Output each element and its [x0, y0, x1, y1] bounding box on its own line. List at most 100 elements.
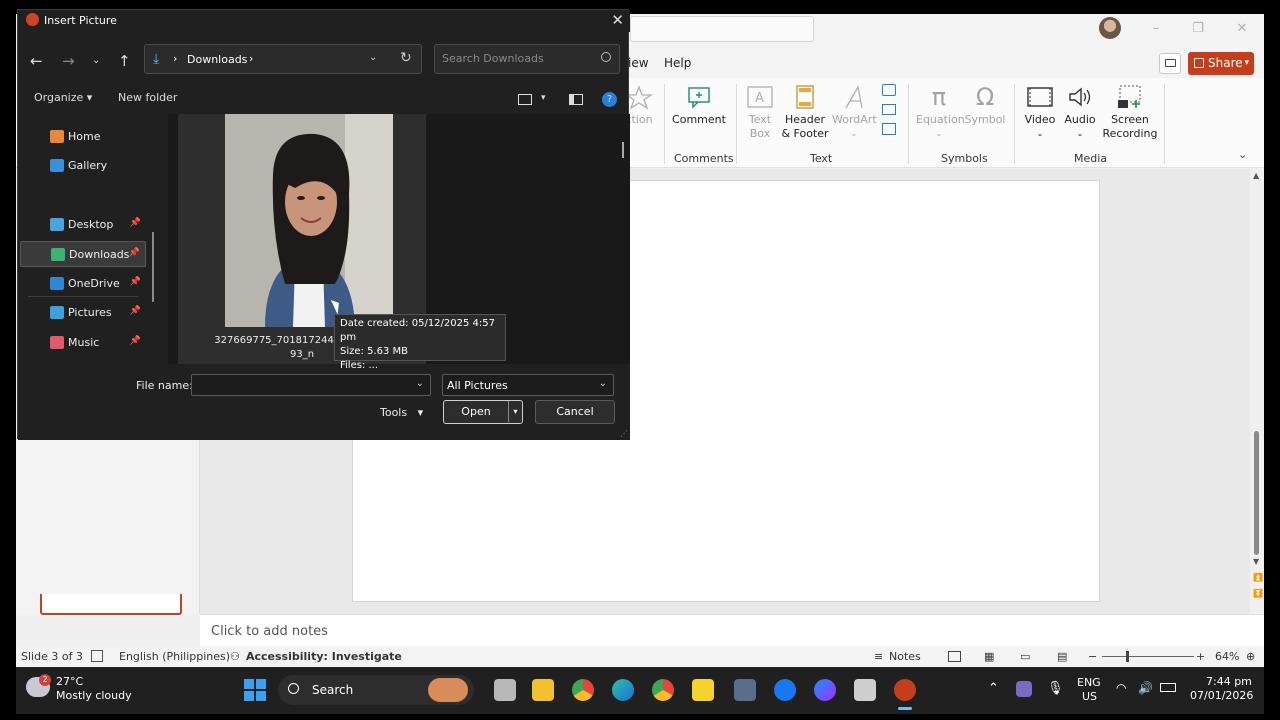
clock-date[interactable]: 07/01/2026: [1190, 689, 1253, 702]
close-icon[interactable]: ✕: [1232, 19, 1252, 39]
file-name-combo[interactable]: ⌄: [191, 374, 431, 396]
nav-item-pictures[interactable]: Pictures 📌: [20, 300, 146, 326]
minimize-icon[interactable]: –: [1146, 19, 1166, 39]
snipping-tool-icon[interactable]: [854, 679, 876, 701]
back-icon[interactable]: ←: [30, 52, 43, 70]
audio-button[interactable]: Audio ⌄: [1062, 84, 1098, 141]
notes-toggle[interactable]: Notes: [889, 650, 921, 663]
ppt-search-box[interactable]: [630, 16, 814, 42]
taskbar-search[interactable]: Search: [278, 675, 474, 705]
breadcrumb-downloads[interactable]: Downloads: [187, 53, 247, 66]
file-explorer-icon[interactable]: [532, 679, 554, 701]
clock-time[interactable]: 7:44 pm: [1206, 675, 1252, 688]
chevron-up-icon[interactable]: ⌃: [988, 681, 999, 696]
vertical-scrollbar[interactable]: ▲ ▼ ⏫ ⏬: [1250, 169, 1264, 614]
tab-view[interactable]: iew: [628, 56, 649, 70]
comments-pane-button[interactable]: [1159, 53, 1181, 74]
slide-sorter-icon[interactable]: ▦: [984, 650, 994, 663]
search-input[interactable]: [442, 52, 592, 65]
cancel-button[interactable]: Cancel: [535, 400, 615, 424]
view-options-icon[interactable]: [518, 94, 532, 105]
search-box[interactable]: [434, 44, 620, 74]
volume-icon[interactable]: 🔊: [1138, 681, 1153, 695]
maximize-icon[interactable]: ❐: [1188, 19, 1208, 39]
facebook-icon[interactable]: [774, 679, 796, 701]
fit-slide-icon[interactable]: ⊕: [1246, 650, 1255, 663]
tab-help[interactable]: Help: [664, 56, 691, 70]
text-box-button[interactable]: A Text Box: [744, 84, 776, 141]
language-indicator[interactable]: ENG: [1077, 676, 1101, 689]
keyboard-layout[interactable]: US: [1082, 690, 1097, 703]
file-name-input[interactable]: [196, 378, 396, 391]
collapse-ribbon-icon[interactable]: ⌄: [1238, 148, 1247, 161]
resize-grip-icon[interactable]: ⋰: [620, 429, 628, 438]
notes-pane[interactable]: Click to add notes: [200, 614, 1264, 646]
open-button[interactable]: Open ▾: [443, 400, 523, 424]
chevron-down-icon[interactable]: ▾: [541, 93, 546, 103]
refresh-icon[interactable]: ↻: [400, 50, 412, 66]
chrome-profile-icon[interactable]: [572, 679, 594, 701]
nav-item-downloads[interactable]: Downloads 📌: [20, 241, 146, 267]
tools-button[interactable]: Tools ▾: [380, 406, 423, 419]
weather-desc[interactable]: Mostly cloudy: [56, 689, 132, 702]
microphone-icon[interactable]: 🎙: [1047, 681, 1064, 696]
up-icon[interactable]: ↑: [118, 52, 131, 70]
recent-locations-icon[interactable]: ⌄: [92, 55, 100, 66]
forward-icon[interactable]: →: [62, 52, 75, 70]
screen-recording-button[interactable]: Screen Recording: [1102, 84, 1158, 141]
comment-button[interactable]: Comment: [672, 84, 726, 127]
zoom-in-icon[interactable]: +: [1196, 650, 1205, 663]
edge-icon[interactable]: [612, 679, 634, 701]
chevron-down-icon[interactable]: ⌄: [416, 378, 424, 389]
symbol-button[interactable]: Ω Symbol: [964, 84, 1006, 127]
zoom-slider[interactable]: [1102, 656, 1194, 657]
organize-button[interactable]: Organize ▾: [34, 91, 92, 104]
nav-item-home[interactable]: Home: [20, 124, 146, 150]
file-type-select[interactable]: All Pictures ⌄: [442, 374, 614, 396]
new-folder-button[interactable]: New folder: [118, 91, 177, 104]
accessibility-status[interactable]: Accessibility: Investigate: [246, 650, 402, 663]
avatar[interactable]: [1099, 17, 1121, 39]
file-list-scrollbar[interactable]: [622, 142, 624, 158]
preview-pane-icon[interactable]: [569, 94, 583, 105]
wifi-icon[interactable]: ◠: [1116, 681, 1126, 695]
breadcrumb-separator-icon: ›: [173, 52, 178, 65]
close-icon[interactable]: ✕: [611, 11, 624, 29]
share-button[interactable]: Share ▾: [1188, 52, 1254, 75]
battery-icon[interactable]: [1160, 683, 1176, 692]
nav-item-desktop[interactable]: Desktop 📌: [20, 212, 146, 238]
weather-temp[interactable]: 27°C: [56, 675, 83, 688]
task-view-icon[interactable]: [494, 679, 516, 701]
open-options-dropdown[interactable]: ▾: [508, 401, 522, 422]
nav-scrollbar[interactable]: [152, 232, 154, 302]
slide-number-icon[interactable]: [882, 104, 896, 115]
help-icon[interactable]: ?: [602, 92, 617, 107]
zoom-out-icon[interactable]: −: [1088, 650, 1097, 663]
tray-app-icon[interactable]: [1016, 681, 1032, 697]
calculator-icon[interactable]: [734, 679, 756, 701]
zoom-level[interactable]: 64%: [1215, 650, 1239, 663]
video-button[interactable]: Video ⌄: [1022, 84, 1058, 141]
header-footer-button[interactable]: Header & Footer: [780, 84, 830, 141]
nav-item-onedrive[interactable]: OneDrive 📌: [20, 271, 146, 297]
object-icon[interactable]: [882, 123, 896, 135]
messenger-icon[interactable]: [814, 679, 836, 701]
sticky-notes-icon[interactable]: [692, 679, 714, 701]
reading-view-icon[interactable]: ▭: [1020, 650, 1030, 663]
windows-start-icon[interactable]: [244, 679, 266, 701]
language-status[interactable]: English (Philippines): [119, 650, 230, 663]
slide-thumbnail-3[interactable]: [40, 594, 182, 615]
wordart-button[interactable]: WordArt ⌄: [832, 84, 877, 141]
normal-view-icon[interactable]: [948, 651, 961, 662]
chevron-down-icon[interactable]: ⌄: [369, 52, 377, 63]
equation-button[interactable]: π Equation ⌄: [916, 84, 965, 141]
zoom-slider-thumb[interactable]: [1126, 651, 1129, 662]
spellcheck-icon[interactable]: [91, 650, 103, 662]
address-bar[interactable]: ⤓ › Downloads › ⌄ ↻: [144, 44, 422, 74]
chrome-icon[interactable]: [652, 679, 674, 701]
powerpoint-icon[interactable]: [894, 679, 916, 701]
slideshow-icon[interactable]: ▤: [1057, 650, 1067, 663]
nav-item-gallery[interactable]: Gallery: [20, 153, 146, 179]
nav-item-music[interactable]: Music 📌: [20, 330, 146, 356]
date-time-icon[interactable]: [882, 84, 896, 96]
